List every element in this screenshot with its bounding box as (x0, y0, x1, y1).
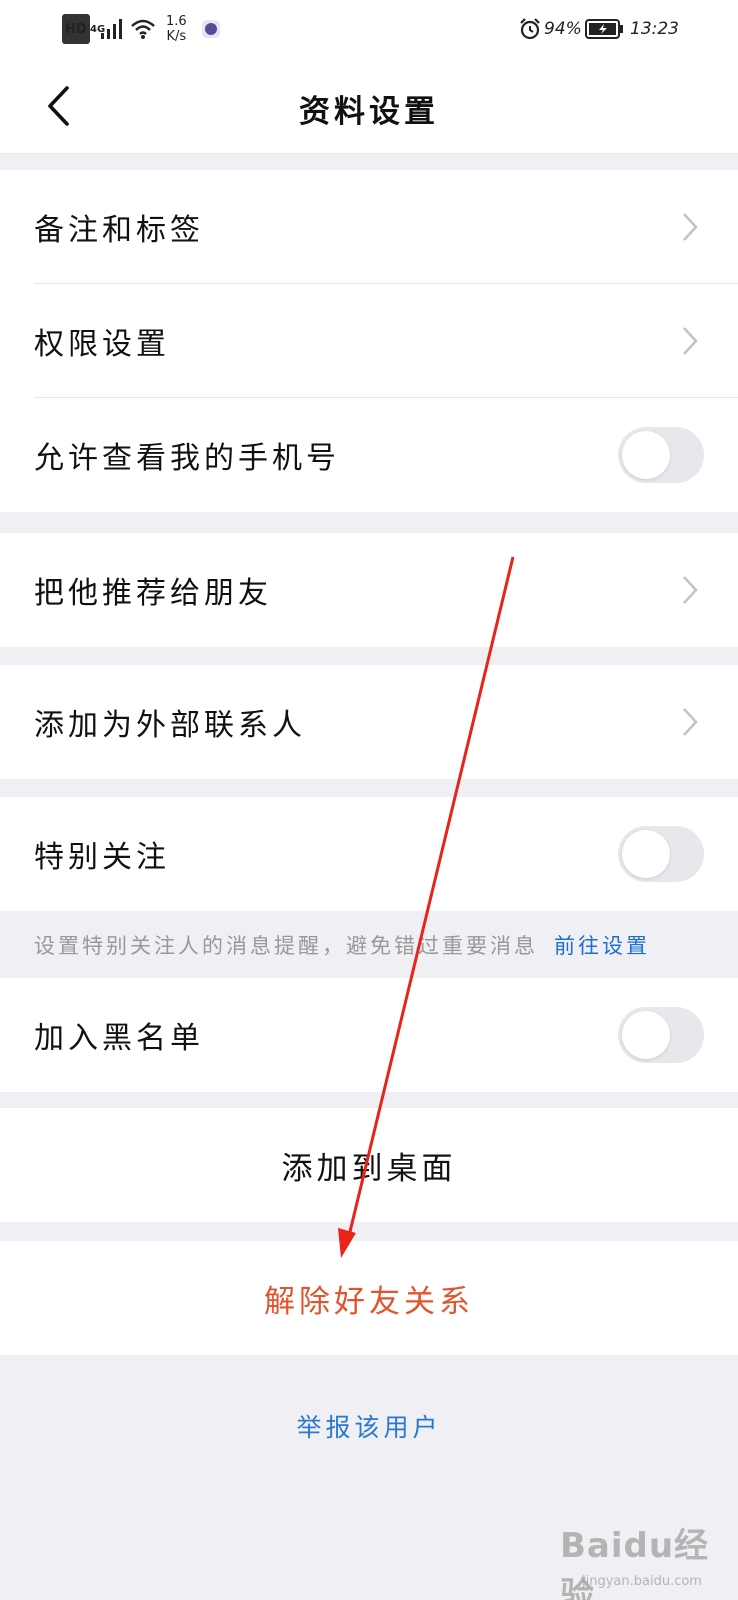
row-allow-view-phone: 允许查看我的手机号 (0, 398, 738, 512)
add-to-desktop-button[interactable]: 添加到桌面 (0, 1108, 738, 1222)
alarm-icon (518, 14, 542, 44)
status-bar: HD 4G 1.6 K/s 94% 13:23 (0, 0, 738, 58)
row-recommend-to-friend[interactable]: 把他推荐给朋友 (0, 533, 738, 647)
page-title: 资料设置 (299, 94, 439, 130)
row-special-attention: 特别关注 (0, 797, 738, 911)
row-remark-tags[interactable]: 备注和标签 (0, 170, 738, 284)
speed-value: 1.6 (166, 14, 187, 29)
row-label: 备注和标签 (34, 213, 204, 248)
settings-group-basic: 备注和标签 权限设置 允许查看我的手机号 (0, 170, 738, 512)
wifi-icon (130, 14, 156, 44)
row-label: 特别关注 (34, 840, 170, 875)
settings-group-desktop: 添加到桌面 (0, 1108, 738, 1222)
chevron-right-icon (683, 327, 698, 355)
watermark-url: jingyan.baidu.com (582, 1574, 702, 1589)
go-to-settings-link[interactable]: 前往设置 (554, 930, 650, 960)
chevron-right-icon (683, 708, 698, 736)
hint-text: 设置特别关注人的消息提醒，避免错过重要消息 (34, 934, 538, 958)
settings-group-recommend: 把他推荐给朋友 (0, 533, 738, 647)
remove-friend-button[interactable]: 解除好友关系 (0, 1241, 738, 1355)
report-user-link[interactable]: 举报该用户 (0, 1408, 738, 1444)
row-add-external-contact[interactable]: 添加为外部联系人 (0, 665, 738, 779)
row-blacklist: 加入黑名单 (0, 978, 738, 1092)
row-label: 加入黑名单 (34, 1021, 204, 1056)
battery-percent: 94% (544, 19, 582, 39)
settings-group-external: 添加为外部联系人 (0, 665, 738, 779)
row-label: 把他推荐给朋友 (34, 576, 272, 611)
clock: 13:23 (630, 19, 679, 39)
row-label: 权限设置 (34, 327, 170, 362)
special-attention-toggle[interactable] (618, 826, 704, 882)
baidu-watermark: Baidu经验 jingyan.baidu.com (560, 1518, 730, 1600)
settings-group-blacklist: 加入黑名单 (0, 978, 738, 1092)
network-speed: 1.6 K/s (166, 14, 187, 44)
row-label: 添加为外部联系人 (34, 708, 306, 743)
special-attention-hint: 设置特别关注人的消息提醒，避免错过重要消息 前往设置 (0, 912, 738, 978)
settings-group-special: 特别关注 (0, 797, 738, 911)
signal-icon (100, 14, 124, 44)
settings-group-remove: 解除好友关系 (0, 1241, 738, 1355)
chevron-right-icon (683, 213, 698, 241)
battery-charging-icon (585, 14, 625, 44)
row-permissions[interactable]: 权限设置 (0, 284, 738, 398)
hd-badge: HD (62, 14, 90, 44)
toggle-knob (622, 431, 670, 479)
toggle-knob (622, 1011, 670, 1059)
allow-view-phone-toggle[interactable] (618, 427, 704, 483)
chevron-right-icon (683, 576, 698, 604)
app-notification-icon (200, 14, 222, 44)
speed-unit: K/s (166, 29, 187, 44)
toggle-knob (622, 830, 670, 878)
navigation-bar: 资料设置 (0, 58, 738, 154)
row-label: 允许查看我的手机号 (34, 441, 340, 476)
blacklist-toggle[interactable] (618, 1007, 704, 1063)
